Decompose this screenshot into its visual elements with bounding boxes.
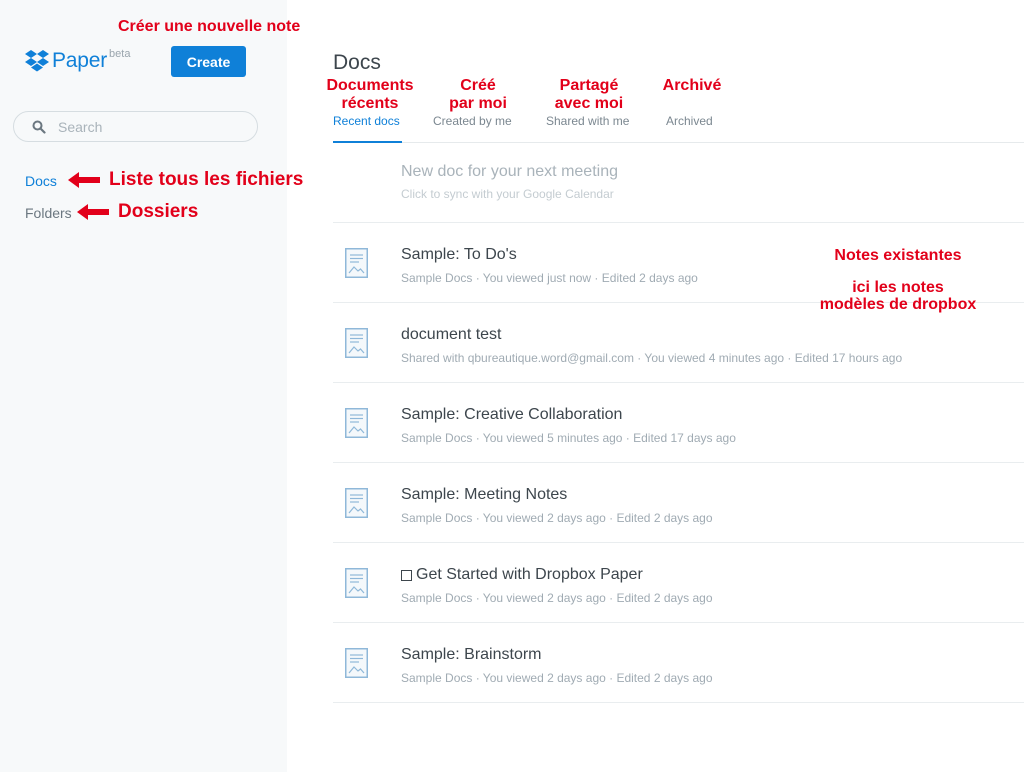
doc-row[interactable]: Sample: Meeting Notes Sample Docs · You v… [333, 463, 1024, 543]
checkbox-icon[interactable] [401, 569, 412, 581]
annotation-create-note: Créer une nouvelle note [118, 18, 301, 35]
doc-title: Sample: Meeting Notes [401, 486, 567, 504]
dropbox-logo-icon [25, 50, 49, 72]
tab-shared-with-me[interactable]: Shared with me [546, 114, 629, 128]
doc-row[interactable]: Sample: Creative Collaboration Sample Doc… [333, 383, 1024, 463]
document-icon [345, 488, 368, 518]
doc-meta: Shared with qbureautique.word@gmail.com … [401, 351, 903, 365]
annotation-line: Créé [460, 77, 496, 94]
doc-title: document test [401, 326, 502, 344]
search-icon [32, 120, 46, 134]
doc-row[interactable]: Sample: Brainstorm Sample Docs · You view… [333, 623, 1024, 703]
annotation-line: récents [341, 95, 399, 112]
beta-badge: beta [109, 48, 131, 60]
annotation-notes-existing: Notes existantes [834, 247, 962, 264]
annotation-tab-recent: Documents récents [320, 77, 420, 113]
annotation-line: par moi [449, 95, 507, 112]
sidebar: Paper beta Create Docs Folders [0, 0, 287, 772]
doc-title-text: Sample: Creative Collaboration [401, 406, 623, 423]
tab-created-by-me[interactable]: Created by me [433, 114, 512, 128]
doc-row[interactable]: Get Started with Dropbox Paper Sample Doc… [333, 543, 1024, 623]
create-button[interactable]: Create [171, 46, 246, 77]
doc-title-text: Get Started with Dropbox Paper [416, 566, 643, 583]
red-arrow-left-icon [77, 204, 109, 220]
search-input[interactable] [58, 118, 238, 135]
doc-meta: Sample Docs · You viewed 2 days ago · Ed… [401, 591, 713, 605]
active-tab-indicator [333, 141, 402, 143]
document-icon [345, 328, 368, 358]
red-arrow-left-icon [68, 172, 100, 188]
doc-title-text: Sample: Brainstorm [401, 646, 542, 663]
page-title: Docs [333, 51, 381, 74]
calendar-sync-link[interactable]: Click to sync with your Google Calendar [401, 187, 618, 201]
annotation-tab-archived: Archivé [662, 77, 722, 94]
document-icon [345, 568, 368, 598]
annotation-docs-list: Liste tous les fichiers [109, 169, 304, 190]
annotation-line: avec moi [554, 95, 624, 112]
doc-title: Sample: Brainstorm [401, 646, 542, 664]
document-icon [345, 408, 368, 438]
doc-title: Sample: To Do's [401, 246, 517, 264]
logo-text: Paper [52, 49, 108, 72]
annotation-folders: Dossiers [118, 201, 199, 222]
annotation-tab-created: Créé par moi [438, 77, 518, 113]
sidebar-item-folders[interactable]: Folders [25, 205, 72, 221]
doc-row[interactable]: document test Shared with qbureautique.wo… [333, 303, 1024, 383]
tab-archived[interactable]: Archived [666, 114, 713, 128]
annotation-line: modèles de dropbox [819, 296, 977, 313]
annotation-notes-templates: ici les notes modèles de dropbox [808, 279, 988, 313]
annotation-line: ici les notes [852, 279, 944, 296]
doc-title: Sample: Creative Collaboration [401, 406, 622, 424]
doc-title-text: Sample: To Do's [401, 246, 517, 263]
new-doc-title: New doc for your next meeting [401, 163, 618, 180]
tab-recent-docs[interactable]: Recent docs [333, 114, 400, 128]
doc-title-text: document test [401, 326, 502, 343]
tabs-divider [333, 142, 1024, 143]
doc-meta: Sample Docs · You viewed 2 days ago · Ed… [401, 671, 713, 685]
document-icon [345, 648, 368, 678]
annotation-line: Partagé [559, 77, 619, 94]
new-doc-prompt[interactable]: New doc for your next meeting Click to s… [401, 163, 618, 201]
doc-meta: Sample Docs · You viewed just now · Edit… [401, 271, 698, 285]
doc-title: Get Started with Dropbox Paper [401, 566, 643, 584]
search-box[interactable] [13, 111, 258, 142]
doc-meta: Sample Docs · You viewed 2 days ago · Ed… [401, 511, 713, 525]
sidebar-item-docs[interactable]: Docs [25, 173, 57, 189]
doc-meta: Sample Docs · You viewed 5 minutes ago ·… [401, 431, 736, 445]
document-icon [345, 248, 368, 278]
annotation-tab-shared: Partagé avec moi [546, 77, 632, 113]
doc-title-text: Sample: Meeting Notes [401, 486, 568, 503]
annotation-line: Documents [326, 77, 414, 94]
divider [333, 702, 1024, 703]
app-logo[interactable]: Paper beta [25, 48, 131, 73]
